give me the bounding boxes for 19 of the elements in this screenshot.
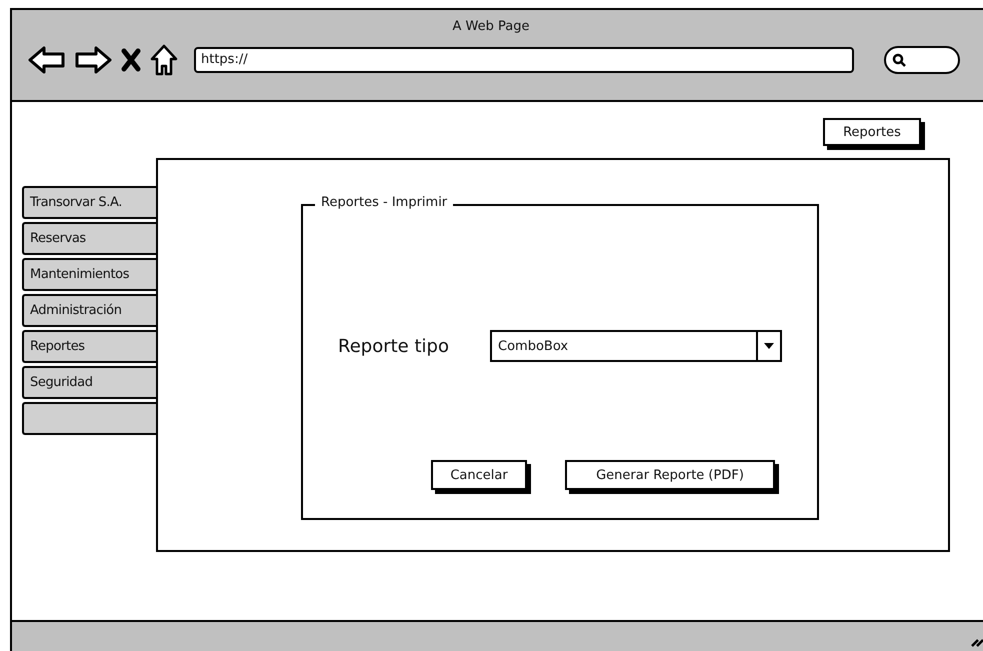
sidebar-tab[interactable]: Reservas	[22, 222, 156, 255]
window-title: A Web Page	[452, 18, 530, 34]
sidebar-tab[interactable]: Mantenimientos	[22, 258, 156, 291]
report-type-combobox[interactable]: ComboBox	[490, 330, 782, 362]
search-field[interactable]	[884, 46, 960, 74]
dropdown-icon	[764, 343, 774, 349]
address-field[interactable]: https://	[194, 47, 854, 73]
back-icon[interactable]	[28, 45, 66, 75]
close-icon[interactable]	[120, 47, 142, 73]
forward-icon[interactable]	[74, 45, 112, 75]
field-label: Reporte tipo	[338, 336, 450, 356]
empty-tab[interactable]	[22, 402, 156, 435]
sidebar-tab[interactable]: Reportes	[22, 330, 156, 363]
group-title: Reportes - Imprimir	[315, 195, 454, 210]
sidebar-tab[interactable]: Administración	[22, 294, 156, 327]
sidebar-tab[interactable]: Transorvar S.A.	[22, 186, 156, 219]
sidebar-tab[interactable]: Seguridad	[22, 366, 156, 399]
home-icon[interactable]	[150, 44, 178, 76]
search-icon	[892, 53, 906, 67]
